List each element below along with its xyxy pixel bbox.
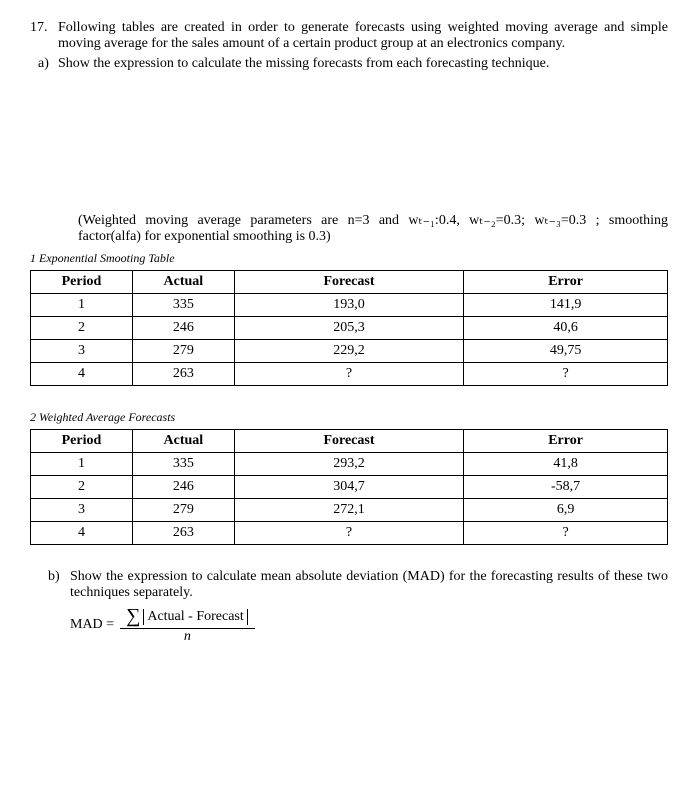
cell-forecast: 229,2 bbox=[234, 340, 463, 363]
question-number: 17. bbox=[30, 20, 58, 52]
formula-denominator: n bbox=[178, 629, 197, 645]
table-row: 2 246 205,3 40,6 bbox=[31, 317, 668, 340]
header-error: Error bbox=[464, 271, 668, 294]
cell-period: 3 bbox=[31, 499, 133, 522]
header-actual: Actual bbox=[132, 430, 234, 453]
table-row: 3 279 229,2 49,75 bbox=[31, 340, 668, 363]
cell-actual: 335 bbox=[132, 294, 234, 317]
header-period: Period bbox=[31, 430, 133, 453]
header-error: Error bbox=[464, 430, 668, 453]
cell-forecast: 272,1 bbox=[234, 499, 463, 522]
cell-error: ? bbox=[464, 363, 668, 386]
cell-error: ? bbox=[464, 522, 668, 545]
cell-actual: 246 bbox=[132, 317, 234, 340]
table-row: 1 335 193,0 141,9 bbox=[31, 294, 668, 317]
sigma-symbol: ∑ bbox=[126, 605, 140, 628]
table-row: 4 263 ? ? bbox=[31, 522, 668, 545]
table2-caption: 2 Weighted Average Forecasts bbox=[30, 410, 668, 425]
table-row: 2 246 304,7 -58,7 bbox=[31, 476, 668, 499]
table-row: 4 263 ? ? bbox=[31, 363, 668, 386]
question-text: Following tables are created in order to… bbox=[58, 20, 668, 52]
cell-period: 2 bbox=[31, 317, 133, 340]
table-exponential-smoothing: Period Actual Forecast Error 1 335 193,0… bbox=[30, 270, 668, 386]
cell-actual: 279 bbox=[132, 499, 234, 522]
cell-forecast: ? bbox=[234, 522, 463, 545]
cell-forecast: 304,7 bbox=[234, 476, 463, 499]
cell-period: 1 bbox=[31, 294, 133, 317]
cell-period: 4 bbox=[31, 363, 133, 386]
cell-period: 2 bbox=[31, 476, 133, 499]
cell-forecast: 205,3 bbox=[234, 317, 463, 340]
cell-error: -58,7 bbox=[464, 476, 668, 499]
mad-formula: MAD = ∑ Actual - Forecast n bbox=[70, 605, 668, 645]
cell-forecast: ? bbox=[234, 363, 463, 386]
table-row: 1 335 293,2 41,8 bbox=[31, 453, 668, 476]
cell-error: 49,75 bbox=[464, 340, 668, 363]
part-a-marker: a) bbox=[38, 56, 58, 72]
table1-caption: 1 Exponential Smooting Table bbox=[30, 251, 668, 266]
cell-actual: 246 bbox=[132, 476, 234, 499]
header-period: Period bbox=[31, 271, 133, 294]
cell-period: 1 bbox=[31, 453, 133, 476]
cell-actual: 335 bbox=[132, 453, 234, 476]
formula-lhs: MAD = bbox=[70, 617, 114, 633]
header-actual: Actual bbox=[132, 271, 234, 294]
cell-error: 6,9 bbox=[464, 499, 668, 522]
part-a-text: Show the expression to calculate the mis… bbox=[58, 56, 668, 72]
cell-forecast: 193,0 bbox=[234, 294, 463, 317]
part-b-text: Show the expression to calculate mean ab… bbox=[70, 569, 668, 601]
cell-error: 41,8 bbox=[464, 453, 668, 476]
table-header-row: Period Actual Forecast Error bbox=[31, 430, 668, 453]
table-row: 3 279 272,1 6,9 bbox=[31, 499, 668, 522]
header-forecast: Forecast bbox=[234, 430, 463, 453]
cell-actual: 263 bbox=[132, 363, 234, 386]
parameter-text: (Weighted moving average parameters are … bbox=[78, 212, 668, 245]
cell-error: 141,9 bbox=[464, 294, 668, 317]
cell-actual: 279 bbox=[132, 340, 234, 363]
part-b-marker: b) bbox=[48, 569, 70, 601]
table-weighted-average: Period Actual Forecast Error 1 335 293,2… bbox=[30, 429, 668, 545]
cell-actual: 263 bbox=[132, 522, 234, 545]
cell-period: 3 bbox=[31, 340, 133, 363]
header-forecast: Forecast bbox=[234, 271, 463, 294]
cell-period: 4 bbox=[31, 522, 133, 545]
formula-abs: Actual - Forecast bbox=[143, 609, 247, 625]
table-header-row: Period Actual Forecast Error bbox=[31, 271, 668, 294]
cell-error: 40,6 bbox=[464, 317, 668, 340]
cell-forecast: 293,2 bbox=[234, 453, 463, 476]
